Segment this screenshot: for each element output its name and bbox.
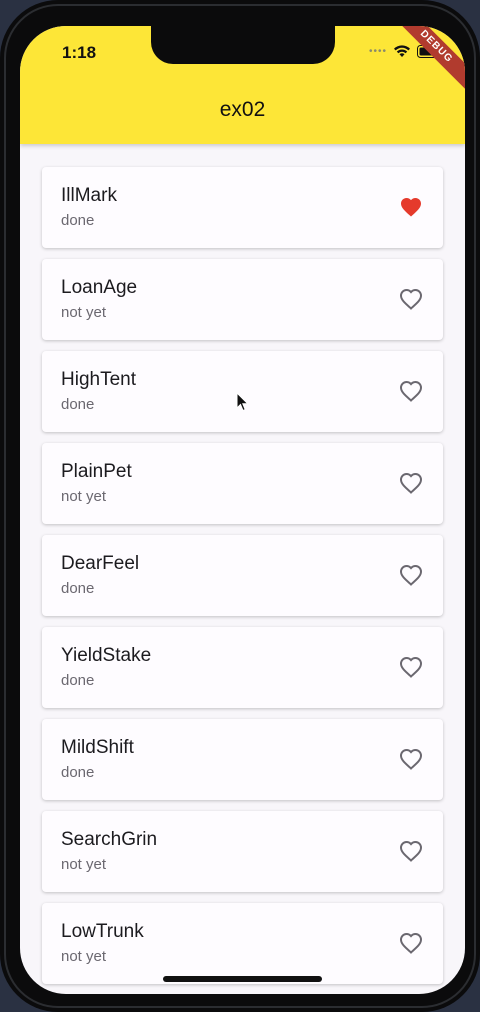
heart-outline-icon[interactable]: [399, 932, 423, 954]
mouse-cursor-icon: [236, 392, 250, 412]
page-title: ex02: [219, 98, 266, 121]
list-item-title: SearchGrin: [61, 829, 158, 850]
heart-outline-icon[interactable]: [399, 380, 423, 402]
list-item[interactable]: DearFeel done: [42, 535, 443, 616]
phone-frame: DEBUG 1:18 •••• ex02 IllMark done LoanAg…: [0, 0, 480, 1012]
list-item-status: done: [61, 764, 95, 781]
device-notch: [151, 26, 335, 64]
list-item-title: DearFeel: [61, 553, 140, 574]
app-screen: DEBUG 1:18 •••• ex02 IllMark done LoanAg…: [20, 26, 465, 994]
list-item[interactable]: LoanAge not yet: [42, 259, 443, 340]
heart-filled-icon[interactable]: [399, 196, 423, 218]
list-item[interactable]: LowTrunk not yet: [42, 903, 443, 984]
home-indicator[interactable]: [163, 976, 322, 982]
list-item-status: not yet: [61, 856, 107, 873]
list-item-title: LoanAge: [61, 277, 138, 298]
list-item-title: IllMark: [61, 185, 117, 206]
list-item-title: MildShift: [61, 737, 134, 758]
heart-outline-icon[interactable]: [399, 564, 423, 586]
list-item[interactable]: PlainPet not yet: [42, 443, 443, 524]
list-item[interactable]: MildShift done: [42, 719, 443, 800]
list-item-status: done: [61, 672, 95, 689]
heart-outline-icon[interactable]: [399, 288, 423, 310]
heart-outline-icon[interactable]: [399, 472, 423, 494]
list-item-title: PlainPet: [61, 461, 132, 482]
item-list: IllMark done LoanAge not yet HighTent do…: [42, 167, 443, 994]
list-item[interactable]: SearchGrin not yet: [42, 811, 443, 892]
list-item-title: YieldStake: [61, 645, 152, 666]
list-item[interactable]: IllMark done: [42, 167, 443, 248]
cellular-signal-icon: ••••: [368, 45, 387, 57]
wifi-icon: [394, 45, 410, 57]
heart-outline-icon[interactable]: [399, 840, 423, 862]
list-item-status: done: [61, 580, 95, 597]
list-item-status: done: [61, 212, 95, 229]
list-item-status: not yet: [61, 304, 107, 321]
status-time: 1:18: [62, 43, 97, 62]
list-item-title: HighTent: [61, 369, 136, 390]
list-item-status: done: [61, 396, 95, 413]
heart-outline-icon[interactable]: [399, 748, 423, 770]
list-item-title: LowTrunk: [61, 921, 144, 942]
heart-outline-icon[interactable]: [399, 656, 423, 678]
list-item-status: not yet: [61, 488, 107, 505]
list-item-status: not yet: [61, 948, 107, 965]
list-item[interactable]: YieldStake done: [42, 627, 443, 708]
